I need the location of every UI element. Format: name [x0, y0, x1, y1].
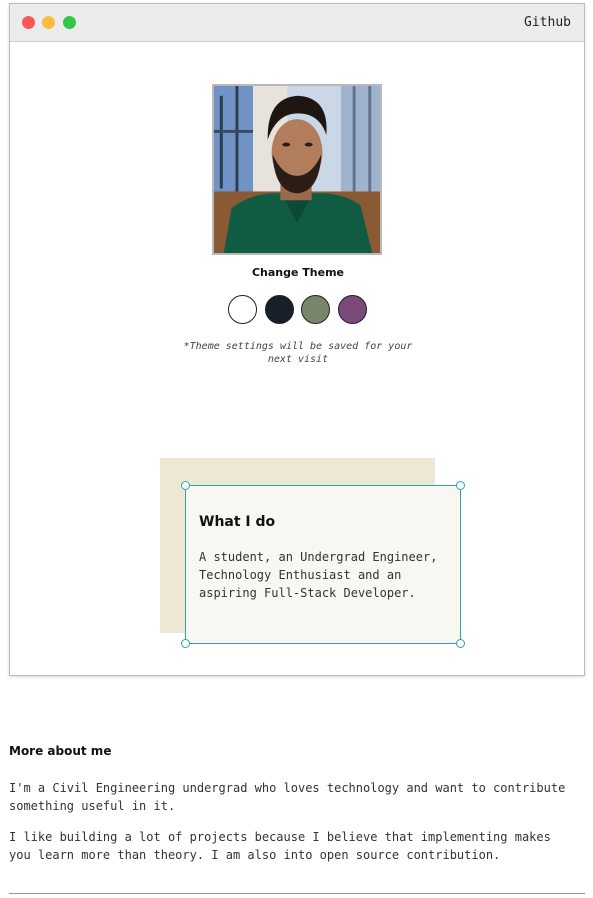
resize-handle-top-left[interactable] — [181, 481, 190, 490]
close-window-button[interactable] — [22, 16, 35, 29]
divider — [9, 893, 585, 894]
resize-handle-bottom-right[interactable] — [456, 639, 465, 648]
what-i-do-card[interactable]: What I do A student, an Undergrad Engine… — [181, 481, 465, 648]
profile-photo — [212, 84, 382, 255]
browser-window: Github Change Theme *Theme settings will… — [9, 3, 585, 676]
about-paragraph: I like building a lot of projects becaus… — [9, 830, 551, 862]
about-paragraph: I'm a Civil Engineering undergrad who lo… — [9, 781, 566, 813]
more-about-me-heading: More about me — [9, 744, 112, 758]
maximize-window-button[interactable] — [63, 16, 76, 29]
github-link[interactable]: Github — [524, 15, 571, 30]
theme-swatch-dark[interactable] — [265, 295, 294, 324]
window-titlebar: Github — [10, 4, 584, 42]
theme-swatch-purple[interactable] — [338, 295, 367, 324]
what-i-do-title: What I do — [199, 514, 276, 530]
minimize-window-button[interactable] — [42, 16, 55, 29]
change-theme-heading: Change Theme — [251, 266, 345, 279]
theme-swatch-light[interactable] — [228, 295, 257, 324]
resize-handle-bottom-left[interactable] — [181, 639, 190, 648]
what-i-do-text: A student, an Undergrad Engineer, Techno… — [199, 550, 438, 600]
theme-note: *Theme settings will be saved for your n… — [183, 341, 413, 365]
theme-swatch-green[interactable] — [301, 295, 330, 324]
resize-handle-top-right[interactable] — [456, 481, 465, 490]
